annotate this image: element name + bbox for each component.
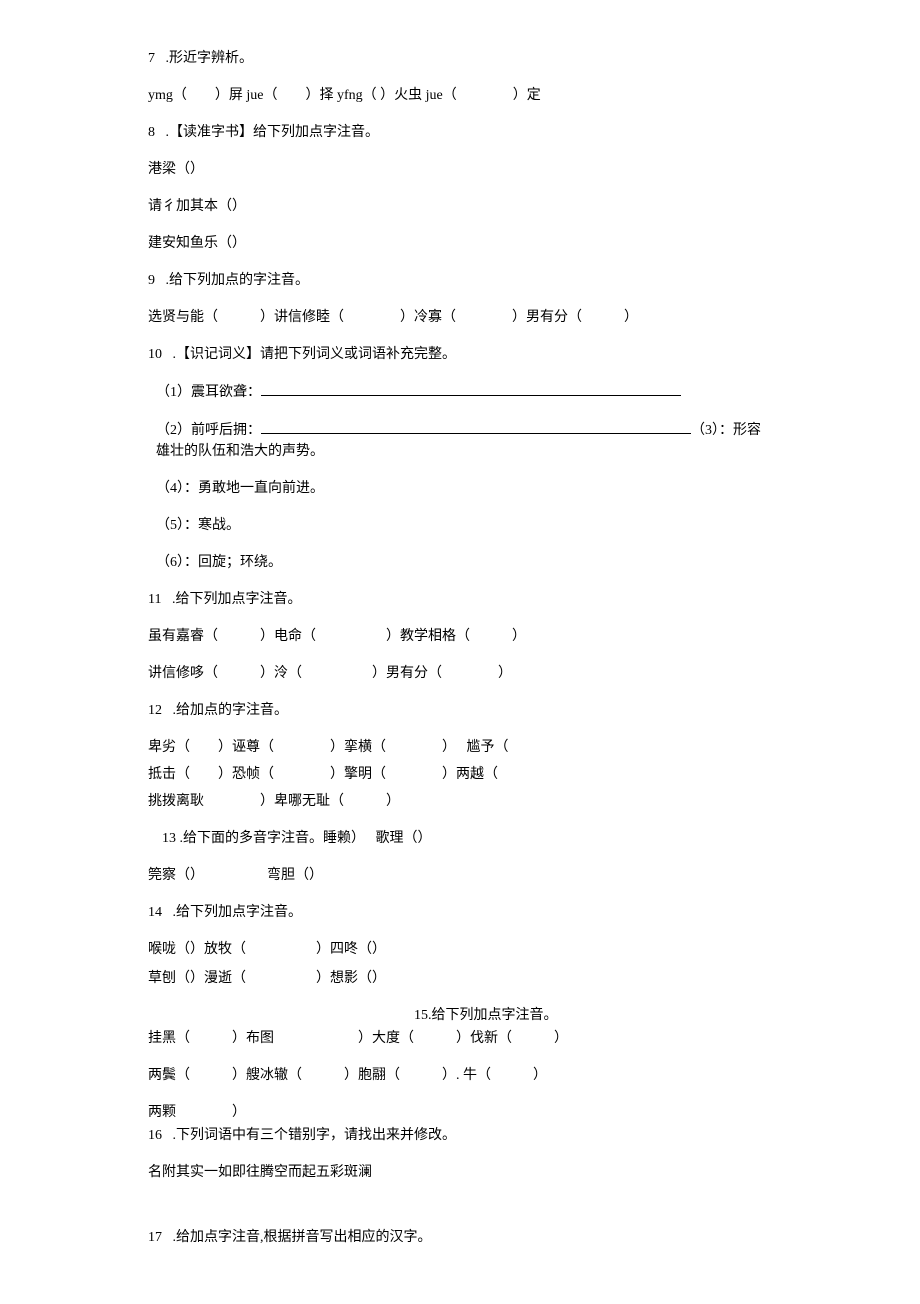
q10-i6: （6）：回旋；环绕。 <box>156 552 770 573</box>
blank-line-2[interactable] <box>261 419 691 434</box>
q15-title: 15.给下列加点字注音。 <box>148 1005 770 1026</box>
q8-l3: 建安知鱼乐（） <box>148 233 770 254</box>
q10-title: 10 .【识记词义】请把下列词义或词语补充完整。 <box>148 344 770 365</box>
q14-title: 14 .给下列加点字注音。 <box>148 902 770 923</box>
q10-i5: （5）：寒战。 <box>156 515 770 536</box>
q9-title: 9 .给下列加点的字注音。 <box>148 270 770 291</box>
q7-body: ymg（ ）屏 jue（ ）择 yfng（ ）火虫 jue（ ）定 <box>148 85 770 106</box>
q7-title: 7 .形近字辨析。 <box>148 48 770 69</box>
q12-l2: 抵击（ ）恐帧（ ）擎明（ ）两越（ <box>148 764 770 785</box>
q15-l2: 挂黑（ ）布图 ）大度（ ）伐新（ ） <box>148 1028 770 1049</box>
q13-l1: 筦察（） 弯胆（） <box>148 865 770 886</box>
blank-line-1[interactable] <box>261 381 681 396</box>
q15-l4: 两颗 ） <box>148 1102 770 1123</box>
q10-i1: （1）震耳欲聋： <box>156 381 770 403</box>
q14-l2: 草刨（）漫逝（ ）想影（） <box>148 968 770 989</box>
q8-l2: 请彳加其本（） <box>148 196 770 217</box>
q10-i4: （4）：勇敢地一直向前进。 <box>156 478 770 499</box>
q11-l2: 讲信修哆（ ）泠（ ）男有分（ ） <box>148 663 770 684</box>
q12-l3: 挑拨离耿 ）卑哪无耻（ ） <box>148 791 770 812</box>
q13-title: 13 .给下面的多音字注音。睡赖） 歌理（） <box>148 828 770 849</box>
q8-l1: 港梁（） <box>148 159 770 180</box>
q16-title: 16 .下列词语中有三个错别字，请找出来并修改。 <box>148 1125 770 1146</box>
q10-i2: （2）前呼后拥：（3）：形容雄壮的队伍和浩大的声势。 <box>156 419 770 462</box>
q14-l1: 喉咙（）放牧（ ）四咚（） <box>148 939 770 960</box>
q12-title: 12 .给加点的字注音。 <box>148 700 770 721</box>
q17-title: 17 .给加点字注音,根据拼音写出相应的汉字。 <box>148 1227 770 1248</box>
q12-l1: 卑劣（ ）诬尊（ ）挛横（ ） 尴予（ <box>148 737 770 758</box>
q15-l3: 两鬓（ ）艘冰辙（ ）胞翮（ ）. 牛（ ） <box>148 1065 770 1086</box>
q11-title: 11 .给下列加点字注音。 <box>148 589 770 610</box>
q9-l1: 选贤与能（ ）讲信修睦（ ）冷寡（ ）男有分（ ） <box>148 307 770 328</box>
q11-l1: 虽有嘉睿（ ）电命（ ）教学相格（ ） <box>148 626 770 647</box>
q8-title: 8 .【读准字书】给下列加点字注音。 <box>148 122 770 143</box>
q16-l1: 名附其实一如即往腾空而起五彩斑澜 <box>148 1162 770 1183</box>
